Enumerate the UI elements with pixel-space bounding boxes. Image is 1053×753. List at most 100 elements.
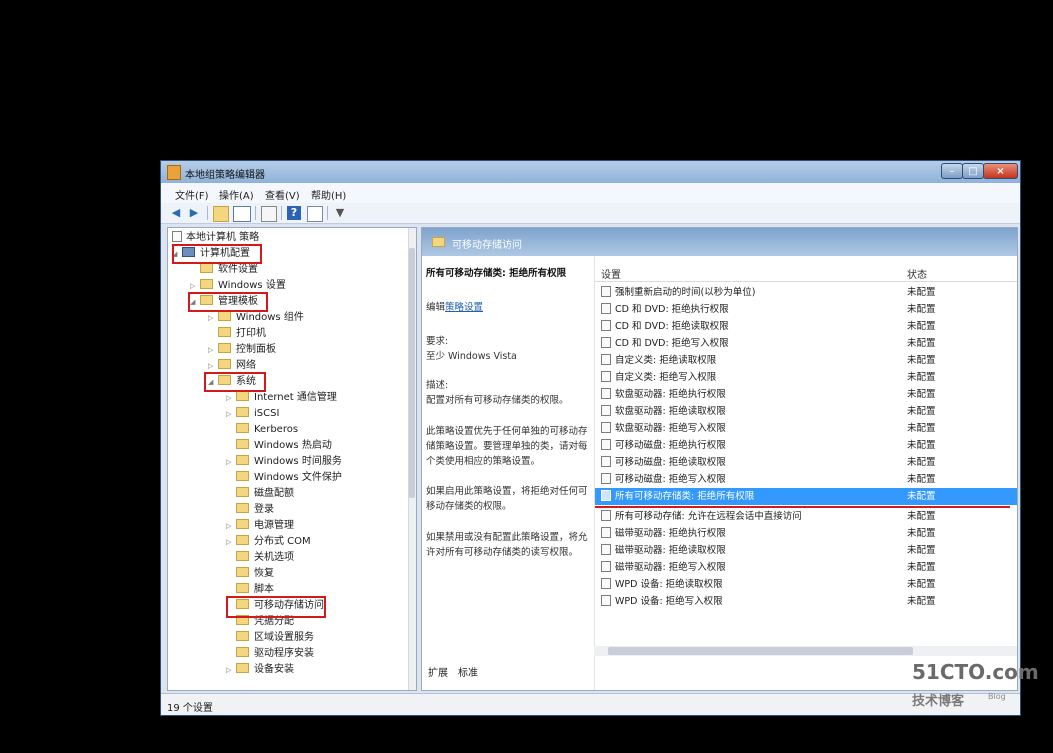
list-item[interactable]: 自定义类: 拒绝读取权限 未配置 [595,352,1017,369]
tree-node-system-child[interactable]: ▷ Internet 通信管理 [226,390,337,406]
filter-icon[interactable]: ▼ [333,206,347,220]
collapsed-triangle-icon[interactable]: ▷ [226,454,236,470]
toolbar-separator [327,206,328,220]
list-item[interactable]: 磁带驱动器: 拒绝执行权限 未配置 [595,525,1017,542]
maximize-icon: □ [968,166,978,177]
tree-pane[interactable]: 本地计算机 策略 ◢ 计算机配置 软件设置 ▷ Windows 设置 ◢ 管理模板 ▷… [167,227,417,691]
list-item[interactable]: WPD 设备: 拒绝写入权限 未配置 [595,593,1017,610]
list-item[interactable]: CD 和 DVD: 拒绝执行权限 未配置 [595,301,1017,318]
tree-node-system-child[interactable]: ▷ iSCSI [226,406,279,422]
policy-setting-icon [601,286,611,297]
list-horizontal-scrollbar[interactable] [594,646,1017,656]
properties-icon[interactable] [307,206,323,222]
folder-icon [236,663,249,673]
column-header-setting[interactable]: 设置 [601,266,621,281]
tree-node-system-child[interactable]: Kerberos [236,422,298,438]
collapsed-triangle-icon[interactable]: ▷ [208,342,218,358]
toolbar-separator [255,206,256,220]
close-button[interactable]: × [983,163,1018,179]
list-item[interactable]: 软盘驱动器: 拒绝读取权限 未配置 [595,403,1017,420]
folder-icon [236,439,249,449]
tree-node-system-child[interactable]: ▷ 设备安装 [226,662,294,678]
highlight-box [226,596,326,618]
collapsed-triangle-icon[interactable]: ▷ [208,310,218,326]
tree-node-system-child[interactable]: 恢复 [236,566,274,582]
collapsed-triangle-icon[interactable]: ▷ [226,534,236,550]
folder-icon [236,423,249,433]
maximize-button[interactable]: □ [962,163,984,179]
list-item[interactable]: CD 和 DVD: 拒绝写入权限 未配置 [595,335,1017,352]
help-icon[interactable]: ? [287,206,301,220]
highlight-box [172,244,262,264]
tree-node-system-child[interactable]: Windows 文件保护 [236,470,342,486]
export-icon[interactable] [261,206,277,222]
folder-icon [432,237,445,247]
title-bar[interactable]: 本地组策略编辑器 – □ × [161,161,1020,183]
policy-setting-icon [601,320,611,331]
collapsed-triangle-icon[interactable]: ▷ [226,406,236,422]
folder-icon [236,551,249,561]
minimize-button[interactable]: – [941,163,963,179]
folder-icon [236,567,249,577]
tree-node-system-child[interactable]: ▷ Windows 时间服务 [226,454,342,470]
list-scroll-thumb[interactable] [608,647,913,655]
window-title: 本地组策略编辑器 [185,170,265,181]
details-header-title: 可移动存储访问 [452,240,522,251]
tree-node-system-child[interactable]: 区域设置服务 [236,630,314,646]
edit-policy-link[interactable]: 策略设置 [445,302,483,313]
policy-setting-icon [601,561,611,572]
collapsed-triangle-icon[interactable]: ▷ [226,518,236,534]
list-item[interactable]: CD 和 DVD: 拒绝读取权限 未配置 [595,318,1017,335]
folder-icon [236,503,249,513]
tab-extended[interactable]: 扩展 [428,664,448,679]
show-hide-tree-icon[interactable] [233,206,251,222]
list-item[interactable]: 可移动磁盘: 拒绝写入权限 未配置 [595,471,1017,488]
tree-node-system-child[interactable]: 登录 [236,502,274,518]
tree-node-windows-components[interactable]: ▷ Windows 组件 [208,310,304,326]
details-pane: 可移动存储访问 所有可移动存储类: 拒绝所有权限 编辑策略设置 要求: 至少 W… [421,227,1018,691]
collapsed-triangle-icon[interactable]: ▷ [226,390,236,406]
forward-arrow-icon[interactable]: ▶ [187,206,201,220]
list-item[interactable]: 磁带驱动器: 拒绝读取权限 未配置 [595,542,1017,559]
description-p3: 如果启用此策略设置，将拒绝对任何可移动存储类的权限。 [426,486,588,512]
list-item[interactable]: 强制重新启动的时间(以秒为单位) 未配置 [595,284,1017,301]
list-item[interactable]: 软盘驱动器: 拒绝执行权限 未配置 [595,386,1017,403]
tree-node-printers[interactable]: 打印机 [218,326,266,342]
policy-setting-icon [601,527,611,538]
list-item[interactable]: 软盘驱动器: 拒绝写入权限 未配置 [595,420,1017,437]
menu-bar: 文件(F) 操作(A) 查看(V) 帮助(H) [161,183,1020,203]
policy-setting-icon [601,490,611,501]
column-header-state[interactable]: 状态 [907,266,927,281]
list-item[interactable]: 所有可移动存储: 允许在远程会话中直接访问 未配置 [595,508,1017,525]
folder-icon [218,343,231,353]
tree-node-system-child[interactable]: 关机选项 [236,550,294,566]
list-item[interactable]: 磁带驱动器: 拒绝写入权限 未配置 [595,559,1017,576]
menu-view[interactable]: 查看(V) [265,187,300,202]
menu-help[interactable]: 帮助(H) [311,187,346,202]
list-item[interactable]: 可移动磁盘: 拒绝读取权限 未配置 [595,454,1017,471]
folder-up-icon[interactable] [213,206,229,222]
list-item[interactable]: 可移动磁盘: 拒绝执行权限 未配置 [595,437,1017,454]
menu-action[interactable]: 操作(A) [219,187,254,202]
tree-node-system-child[interactable]: 磁盘配额 [236,486,294,502]
tab-standard[interactable]: 标准 [458,664,478,679]
back-arrow-icon[interactable]: ◀ [169,206,183,220]
tree-node-system-child[interactable]: ▷ 电源管理 [226,518,294,534]
list-item[interactable]: 自定义类: 拒绝写入权限 未配置 [595,369,1017,386]
tree-node-control-panel[interactable]: ▷ 控制面板 [208,342,276,358]
list-item[interactable]: WPD 设备: 拒绝读取权限 未配置 [595,576,1017,593]
requirements-label: 要求: [426,336,449,347]
policy-setting-icon [601,405,611,416]
tree-node-system-child[interactable]: 驱动程序安装 [236,646,314,662]
tree-scroll-thumb[interactable] [409,248,415,498]
list-item-selected[interactable]: 所有可移动存储类: 拒绝所有权限 未配置 [595,488,1017,505]
tree-node-software-settings[interactable]: 软件设置 [200,262,258,278]
description-p2: 此策略设置优先于任何单独的可移动存储策略设置。要管理单独的类，请对每个类使用相应… [426,426,588,467]
tree-node-system-child[interactable]: ▷ 分布式 COM [226,534,311,550]
tree-node-system-child[interactable]: Windows 热启动 [236,438,332,454]
minimize-icon: – [949,166,955,177]
policy-setting-icon [601,473,611,484]
menu-file[interactable]: 文件(F) [175,187,209,202]
collapsed-triangle-icon[interactable]: ▷ [226,662,236,678]
selected-policy-title: 所有可移动存储类: 拒绝所有权限 [426,268,567,279]
